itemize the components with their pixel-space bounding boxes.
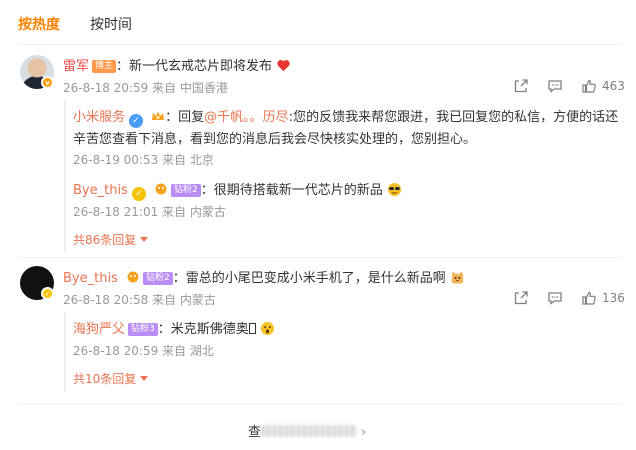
caret-down-icon: [140, 237, 149, 242]
verified-badge-icon: v: [41, 76, 54, 89]
fan-badge-icon: [155, 183, 167, 195]
comment-text: ：雷总的小尾巴变成小米手机了，是什么新品啊: [172, 271, 446, 286]
more-replies-label: 共86条回复: [73, 233, 137, 247]
sort-tabs: 按热度 按时间: [18, 14, 132, 40]
thumbs-up-icon: [582, 291, 596, 305]
reply-thread-bar: [64, 100, 66, 252]
view-all-comments-link[interactable]: 查 ›: [248, 421, 398, 440]
reply-thread-bar: [64, 312, 66, 392]
comment-actions: 136: [513, 290, 625, 306]
like-count: 136: [602, 291, 625, 305]
reply-line: 小米服务 ✓ ：回复@千帆。。历尽:您的反馈我来帮您跟进，我已回复您的私信，方便的…: [73, 106, 618, 128]
chevron-right-icon: ›: [361, 425, 367, 440]
thumbs-up-icon: [582, 79, 596, 93]
mention-link[interactable]: @千帆。。历尽: [204, 110, 289, 125]
missing-glyph-box: [248, 323, 256, 334]
tab-by-heat[interactable]: 按热度: [18, 14, 60, 40]
reply-text: ：很期待搭载新一代芯片的新品: [200, 183, 383, 198]
comment-divider: [18, 257, 622, 258]
comment-divider: [18, 404, 622, 405]
reply-text: ：米克斯佛德奥: [157, 322, 249, 337]
author-tag: 博主: [92, 60, 117, 73]
reply-username[interactable]: Bye_this: [73, 183, 128, 198]
caret-down-icon: [140, 376, 149, 381]
surprised-icon: [260, 321, 274, 336]
more-replies-link[interactable]: 共10条回复: [73, 370, 149, 387]
crown-icon: [152, 111, 165, 120]
fan-badge-icon: [127, 271, 139, 283]
reply-line: 海狗严父 钻粉3 ：米克斯佛德奥: [73, 318, 275, 337]
reply-text-continued: 辛苦您查看下消息，看到您的消息后我会尽快核实处理的，您别担心。: [73, 132, 477, 147]
like-button[interactable]: 136: [581, 290, 625, 306]
sunglasses-icon: [387, 182, 401, 197]
share-icon[interactable]: [513, 290, 529, 306]
like-count: 463: [602, 79, 625, 93]
verified-icon: ✓: [129, 114, 144, 128]
like-button[interactable]: 463: [581, 78, 625, 94]
fan-level-tag: 钻粉2: [142, 272, 173, 285]
comment-actions: 463: [513, 78, 625, 94]
reply-line: Bye_this ✓ 钻粉2 ：很期待搭载新一代芯片的新品: [73, 179, 402, 201]
verified-icon: ✓: [131, 187, 146, 201]
reply-username[interactable]: 海狗严父: [73, 322, 125, 337]
more-replies-label: 共10条回复: [73, 372, 137, 386]
reply-text: :您的反馈我来帮您跟进，我已回复您的私信，方便的话还: [288, 110, 619, 125]
reply-meta: 26-8-19 00:53 来自 北京: [73, 153, 214, 167]
fan-level-tag: 钻粉2: [170, 184, 201, 197]
tabs-divider: [18, 44, 622, 45]
reply-username[interactable]: 小米服务: [73, 110, 125, 125]
tab-by-time[interactable]: 按时间: [90, 14, 132, 40]
comment-icon[interactable]: [547, 78, 563, 94]
comment-line: Bye_this 钻粉2 ：雷总的小尾巴变成小米手机了，是什么新品啊: [63, 267, 465, 286]
heart-icon: [277, 60, 290, 72]
reply-meta: 26-8-18 20:59 来自 湖北: [73, 344, 214, 358]
fan-level-tag: 钻粉3: [128, 323, 158, 336]
comment-username[interactable]: 雷军: [63, 59, 89, 74]
comment-line: 雷军 博主 ：新一代玄戒芯片即将发布: [63, 55, 291, 74]
comment-meta: 26-8-18 20:59 来自 中国香港: [63, 81, 228, 95]
view-all-prefix: 查: [248, 425, 262, 440]
comment-meta: 26-8-18 20:58 来自 内蒙古: [63, 293, 216, 307]
cat-icon: [451, 271, 463, 284]
comment-username[interactable]: Bye_this: [63, 271, 118, 286]
blurred-text: [261, 425, 358, 437]
verified-badge-icon: ✓: [41, 287, 54, 300]
comment-icon[interactable]: [547, 290, 563, 306]
comment-text: ：新一代玄戒芯片即将发布: [116, 59, 273, 74]
more-replies-link[interactable]: 共86条回复: [73, 231, 149, 248]
reply-meta: 26-8-18 21:01 来自 内蒙古: [73, 205, 226, 219]
reply-prefix: ：回复: [165, 110, 205, 125]
share-icon[interactable]: [513, 78, 529, 94]
